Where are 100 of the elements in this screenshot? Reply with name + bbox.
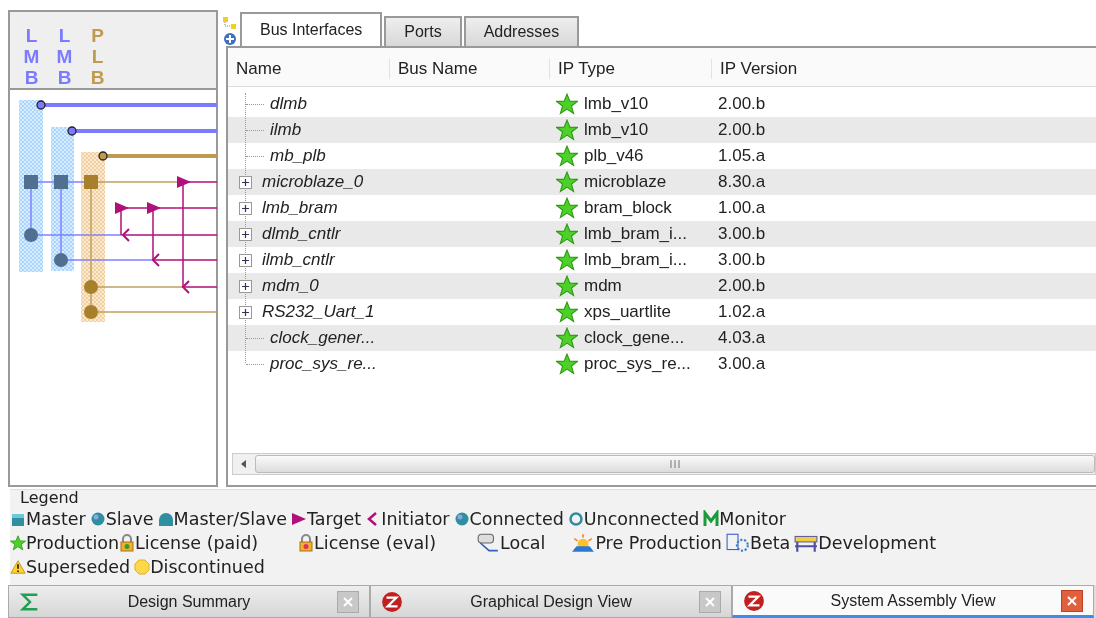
table-cell: lmb_v10: [584, 94, 649, 114]
legend-label: Monitor: [719, 509, 786, 530]
expand-icon[interactable]: [239, 175, 252, 189]
add-tree-icon[interactable]: [222, 16, 238, 46]
drive-icon: [476, 533, 500, 554]
monitor-icon: [703, 510, 720, 529]
table-cell: lmb_bram_i...: [584, 250, 687, 270]
table-cell-text: 1.00.a: [717, 198, 766, 218]
table-cell: xps_uartlite: [584, 302, 671, 322]
expand-icon[interactable]: [239, 279, 252, 293]
table-cell: dlmb_cntlr: [262, 224, 341, 244]
expand-icon[interactable]: [239, 253, 252, 267]
star-icon: [556, 301, 578, 323]
sunrise-icon: [571, 533, 596, 554]
ring-icon: [567, 510, 584, 529]
close-button[interactable]: [1061, 589, 1083, 612]
column-header[interactable]: IP Type: [550, 59, 712, 79]
table-cell-text: 1.05.a: [717, 146, 766, 166]
logo-icon: [381, 590, 403, 613]
legend-label: Unconnected: [583, 509, 700, 530]
tab[interactable]: Ports: [384, 16, 462, 46]
view-tab-label: Design Summary: [126, 592, 252, 611]
legend-title: Legend: [20, 488, 79, 508]
table-cell: plb_v46: [584, 146, 644, 166]
legend-label: Target: [307, 509, 362, 530]
table-cell-text: 2.00.b: [717, 276, 766, 296]
table-cell: dlmb: [270, 94, 307, 114]
table-cell: clock_gener...: [270, 328, 376, 348]
legend-label: Beta: [749, 533, 791, 554]
view-tab[interactable]: Design Summary: [8, 585, 370, 618]
padlock-icon: [298, 534, 315, 553]
dome-icon: [157, 510, 174, 529]
logo-icon: [743, 589, 765, 612]
table-cell: mb_plb: [270, 146, 326, 166]
table-cell: lmb_bram: [262, 198, 338, 218]
table-cell: mdm: [584, 276, 622, 296]
star-icon: [556, 171, 578, 193]
table-cell: ilmb_cntlr: [262, 250, 335, 270]
star-icon: [556, 93, 578, 115]
table-cell: microblaze_0: [262, 172, 364, 192]
star-icon: [556, 275, 578, 297]
table-cell-text: 8.30.a: [717, 172, 766, 192]
view-tab-label: System Assembly View: [829, 591, 997, 610]
padlock-icon: [119, 534, 136, 553]
legend-label: Pre Production: [595, 533, 722, 554]
legend-label: Master: [26, 509, 86, 530]
bus-label: LMB: [22, 26, 41, 88]
close-icon: [1067, 595, 1077, 606]
legend-label: Development: [818, 533, 937, 554]
column-header[interactable]: Bus Name: [390, 59, 550, 79]
table-cell-text: 4.03.a: [717, 328, 766, 348]
horizontal-scrollbar[interactable]: [232, 453, 1096, 476]
table-cell: lmb_v10: [584, 120, 649, 140]
legend-label: Master/Slave: [173, 509, 288, 530]
table-cell: ilmb: [270, 120, 302, 140]
table-cell-text: 2.00.b: [717, 94, 766, 114]
legend-label: Connected: [469, 509, 564, 530]
legend-label: Local: [500, 533, 546, 554]
legend-label: Initiator: [381, 509, 450, 530]
barrier-icon: [794, 533, 819, 554]
star-icon: [556, 327, 578, 349]
table-cell: clock_gene...: [584, 328, 685, 348]
legend-label: Superseded: [26, 557, 131, 578]
column-header[interactable]: IP Version: [712, 59, 1096, 79]
table-cell-text: 3.00.b: [717, 250, 766, 270]
table-cell: lmb_bram_i...: [584, 224, 687, 244]
bus-label: PLB: [89, 26, 106, 88]
table-cell: mdm_0: [262, 276, 319, 296]
star-icon: [556, 119, 578, 141]
expand-icon[interactable]: [239, 305, 252, 319]
legend-label: License (paid): [135, 533, 259, 554]
table-cell-text: 3.00.b: [717, 224, 766, 244]
table-cell: proc_sys_re...: [584, 354, 691, 374]
table-cell: bram_block: [584, 198, 672, 218]
table-cell: RS232_Uart_1: [262, 302, 375, 322]
column-header[interactable]: Name: [228, 59, 390, 79]
expand-icon[interactable]: [239, 227, 252, 241]
star-icon: [556, 353, 578, 375]
table-cell: microblaze: [584, 172, 667, 192]
star-icon: [10, 534, 26, 553]
expand-icon[interactable]: [239, 201, 252, 215]
star-icon: [556, 145, 578, 167]
left-arrow-icon[interactable]: [240, 460, 248, 469]
tab[interactable]: Addresses: [463, 16, 580, 46]
view-tab-label: Graphical Design View: [469, 592, 633, 611]
close-icon: [705, 596, 715, 607]
star-icon: [556, 249, 578, 271]
table-cell-text: 2.00.b: [717, 120, 766, 140]
view-tab[interactable]: Graphical Design View: [370, 585, 732, 618]
view-tab[interactable]: System Assembly View: [732, 585, 1094, 618]
warning-icon: [10, 558, 26, 577]
table-cell-text: 3.00.a: [717, 354, 766, 374]
legend-label: License (eval): [314, 533, 436, 554]
beta-gear-icon: [725, 533, 750, 554]
legend-label: Production: [26, 533, 120, 554]
bus-label: LMB: [55, 26, 74, 88]
tab[interactable]: Bus Interfaces: [240, 12, 383, 46]
grip-icon: [669, 460, 681, 469]
close-icon: [343, 596, 353, 607]
star-icon: [556, 197, 578, 219]
